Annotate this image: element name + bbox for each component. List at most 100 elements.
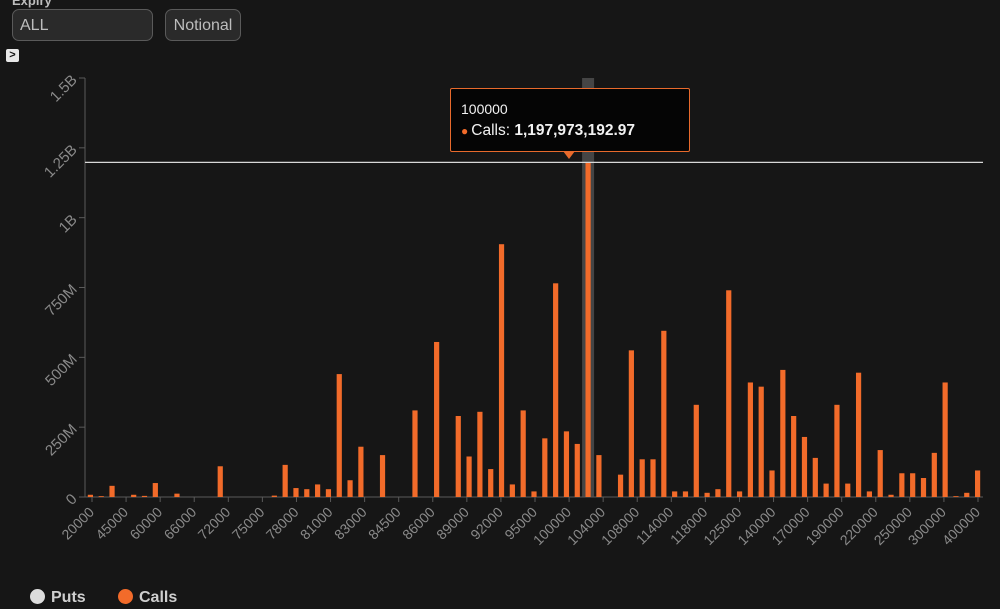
calls-bar (726, 290, 732, 497)
calls-bar (931, 452, 937, 497)
calls-bar (910, 473, 916, 497)
tooltip-strike: 100000 (461, 101, 508, 117)
x-tick-label: 81000 (297, 504, 336, 543)
calls-bar (823, 483, 829, 497)
calls-bar (845, 483, 851, 497)
calls-bar (563, 431, 570, 497)
calls-bar (812, 457, 818, 497)
calls-bar (617, 474, 624, 497)
x-tick-label: 20000 (58, 504, 97, 543)
y-tick-label: 1.5B (47, 72, 81, 106)
x-tick-label: 108000 (598, 504, 642, 548)
calls-bar (758, 386, 764, 497)
calls-bar (585, 162, 591, 497)
calls-bar (293, 488, 299, 497)
x-tick-label: 86000 (399, 504, 438, 543)
y-tick-label: 500M (42, 351, 81, 390)
calls-bar (282, 464, 288, 497)
calls-bar (109, 485, 115, 497)
calls-bar (628, 350, 634, 497)
y-tick-label: 250M (42, 421, 81, 460)
legend-item-puts[interactable]: Puts (30, 589, 86, 607)
x-tick-label: 89000 (433, 504, 472, 543)
calls-bar (693, 404, 699, 497)
x-tick-label: 84500 (365, 504, 404, 543)
calls-bar (336, 374, 342, 497)
calls-bar (964, 492, 970, 497)
calls-bar (141, 495, 148, 497)
calls-bar (98, 496, 104, 497)
calls-bar (131, 494, 137, 497)
calls-bar (715, 489, 721, 497)
calls-bar (639, 459, 645, 497)
calls-bar (325, 489, 332, 497)
calls-bar (542, 438, 548, 497)
calls-bar (455, 415, 461, 497)
tooltip-series: Calls (471, 122, 506, 139)
calls-bar (466, 456, 472, 497)
tooltip-row: ● Calls: 1,197,973,192.97 (461, 122, 635, 139)
calls-bar (553, 283, 559, 497)
chart-tooltip: 100000 ● Calls: 1,197,973,192.97 (450, 88, 690, 152)
calls-bar (347, 480, 353, 497)
tooltip-pointer (563, 151, 575, 159)
legend-item-calls[interactable]: Calls (118, 589, 177, 607)
calls-bar (834, 404, 840, 497)
x-tick-label: 114000 (633, 504, 677, 548)
calls-bar (520, 410, 526, 497)
calls-bar (531, 491, 537, 497)
calls-bar (661, 330, 667, 497)
tooltip-value: 1,197,973,192.97 (514, 122, 635, 139)
x-tick-label: 83000 (331, 504, 370, 543)
calls-bar (509, 484, 515, 497)
legend-dot-icon (118, 589, 133, 604)
calls-bar (888, 494, 894, 497)
calls-bar (498, 244, 505, 497)
y-tick-label: 1B (56, 211, 81, 236)
calls-bar (769, 470, 775, 497)
calls-bar (488, 469, 494, 497)
x-tick-label: 78000 (263, 504, 302, 543)
calls-bar (434, 341, 440, 497)
legend-label: Calls (139, 589, 178, 606)
calls-bar (747, 382, 753, 497)
calls-bar (866, 491, 872, 497)
calls-bar (271, 495, 277, 497)
x-tick-label: 60000 (126, 504, 165, 543)
calls-bar (596, 455, 602, 497)
calls-bar (942, 382, 948, 497)
calls-bar (412, 410, 418, 497)
calls-bar (682, 491, 689, 497)
y-tick-label: 1.25B (41, 141, 81, 181)
calls-bar (801, 436, 808, 497)
legend-label: Puts (51, 589, 86, 606)
calls-bar (304, 489, 310, 497)
calls-bar (920, 478, 927, 497)
calls-bar (974, 470, 981, 497)
calls-bar (315, 484, 321, 497)
calls-bar (953, 496, 959, 497)
calls-bar (477, 411, 483, 497)
calls-bar (87, 494, 94, 497)
x-tick-label: 72000 (195, 504, 234, 543)
x-tick-label: 66000 (161, 504, 200, 543)
calls-bar (574, 443, 580, 497)
x-tick-label: 92000 (467, 504, 506, 543)
x-tick-label: 45000 (92, 504, 131, 543)
calls-bar (899, 473, 905, 497)
calls-bar (358, 446, 364, 497)
legend-dot-icon (30, 589, 45, 604)
calls-bar (152, 483, 158, 497)
y-tick-label: 0 (63, 491, 81, 509)
calls-dot-icon: ● (461, 124, 469, 138)
calls-bar (877, 450, 883, 497)
x-tick-label: 400000 (939, 504, 983, 548)
x-tick-label: 75000 (229, 504, 268, 543)
y-tick-label: 750M (42, 281, 81, 320)
calls-bar (174, 493, 180, 497)
calls-bar (855, 372, 862, 497)
calls-bar (791, 415, 797, 497)
calls-bar (650, 459, 656, 497)
calls-bar (217, 466, 223, 497)
calls-bar (672, 491, 678, 497)
